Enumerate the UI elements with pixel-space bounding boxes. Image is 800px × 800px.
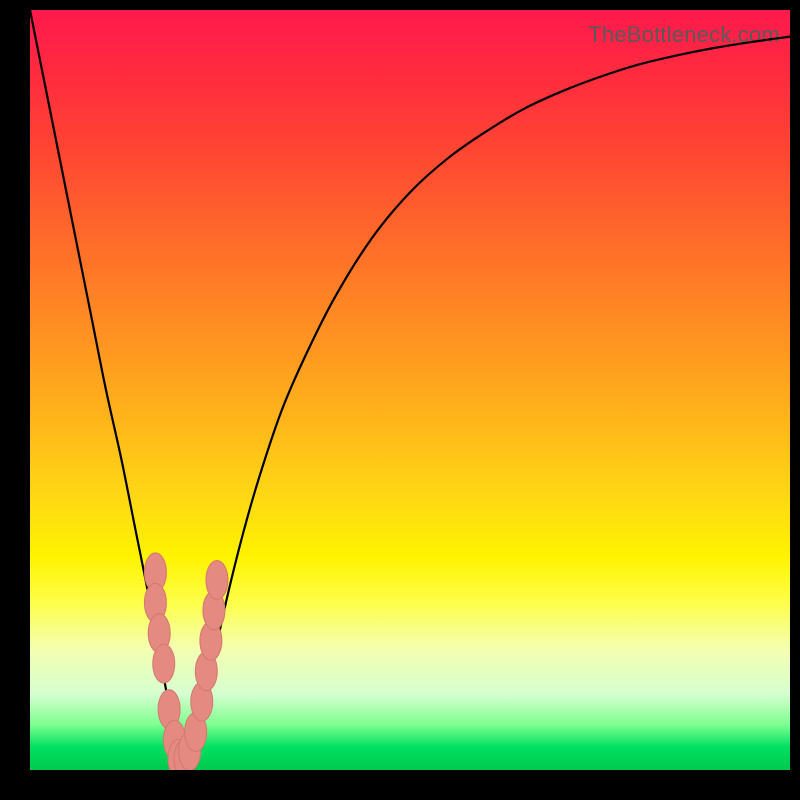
curve-marker (153, 644, 175, 683)
curve-marker (206, 561, 228, 600)
bottleneck-curve-line (30, 10, 790, 764)
chart-plot-area: TheBottleneck.com (30, 10, 790, 770)
curve-markers (144, 553, 227, 770)
chart-svg (30, 10, 790, 770)
chart-frame: TheBottleneck.com (0, 0, 800, 800)
